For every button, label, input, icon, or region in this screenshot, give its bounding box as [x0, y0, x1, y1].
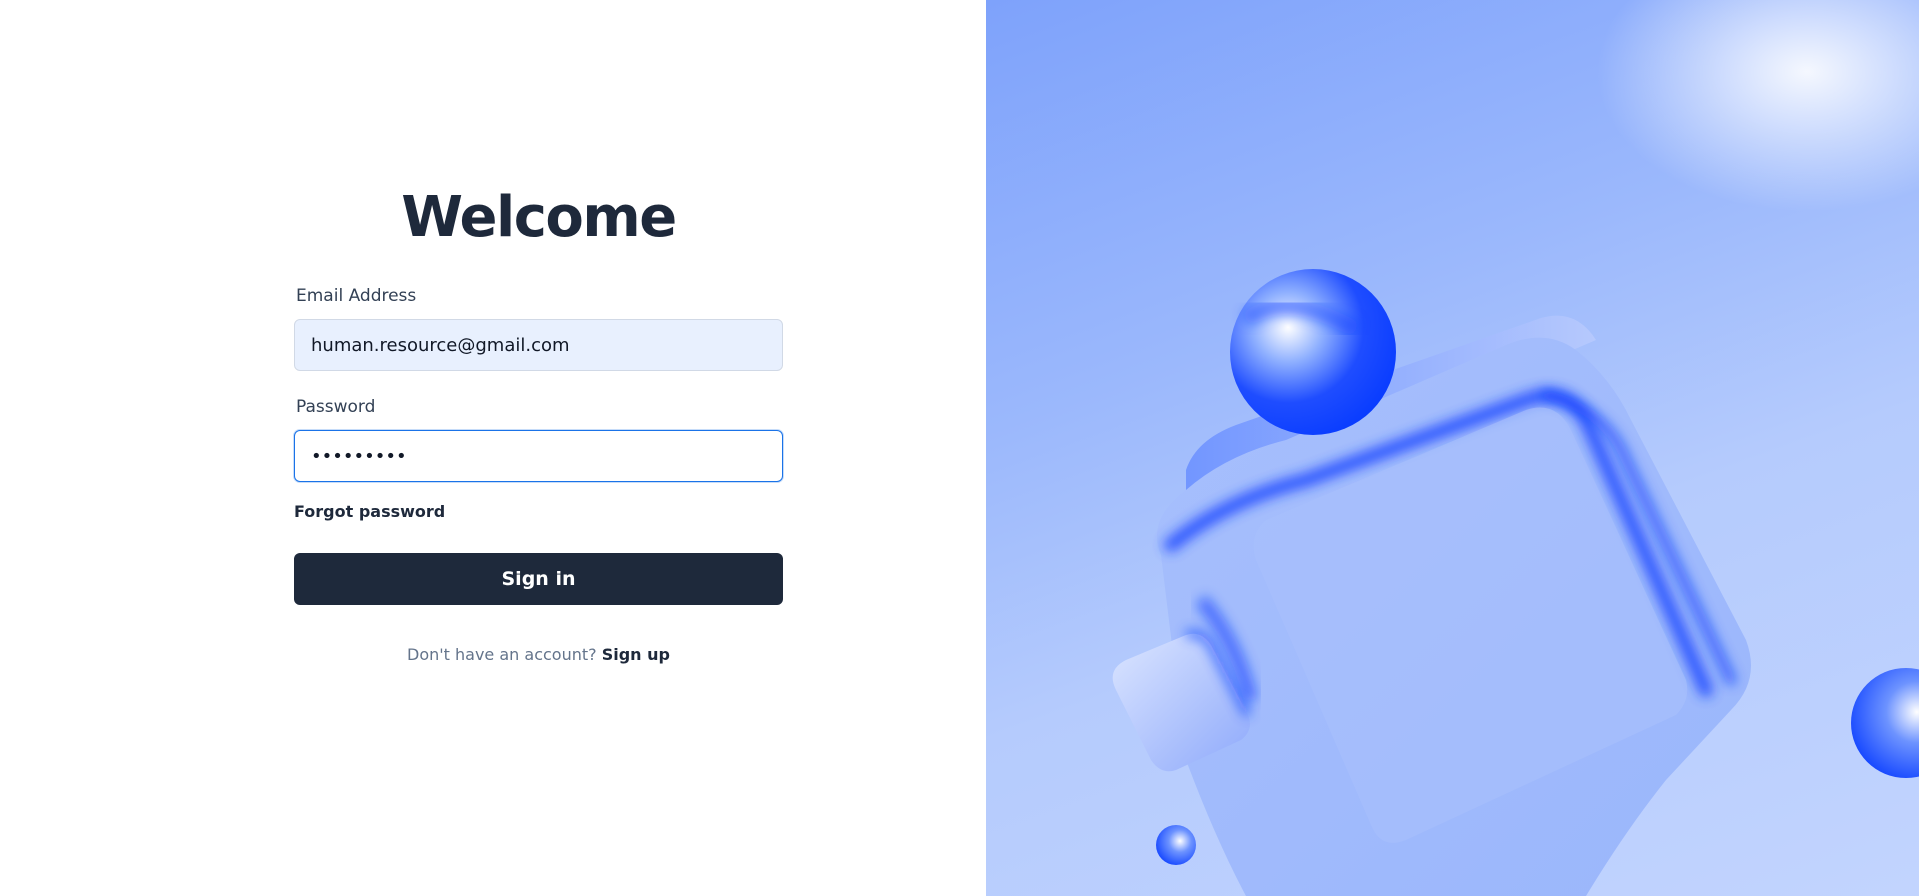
- large-cube-shape: [1156, 315, 1751, 896]
- forgot-password-link[interactable]: Forgot password: [294, 502, 445, 521]
- signup-line: Don't have an account? Sign up: [294, 645, 783, 664]
- email-field[interactable]: [294, 319, 783, 371]
- sign-in-button[interactable]: Sign in: [294, 553, 783, 605]
- tiny-sphere-shape: [1156, 825, 1196, 865]
- right-sphere-shape: [1851, 668, 1919, 778]
- sign-up-link[interactable]: Sign up: [602, 645, 670, 664]
- login-page: Welcome Email Address Password Forgot pa…: [0, 0, 1919, 896]
- login-panel: Welcome Email Address Password Forgot pa…: [0, 0, 986, 896]
- signup-prompt: Don't have an account?: [407, 645, 597, 664]
- password-label: Password: [296, 397, 376, 417]
- abstract-shapes-image: [1112, 269, 1919, 896]
- top-sphere-shape: [1230, 269, 1396, 435]
- password-field[interactable]: [294, 430, 783, 482]
- hero-illustration: [986, 0, 1919, 896]
- page-title: Welcome: [401, 185, 677, 250]
- email-label: Email Address: [296, 286, 417, 306]
